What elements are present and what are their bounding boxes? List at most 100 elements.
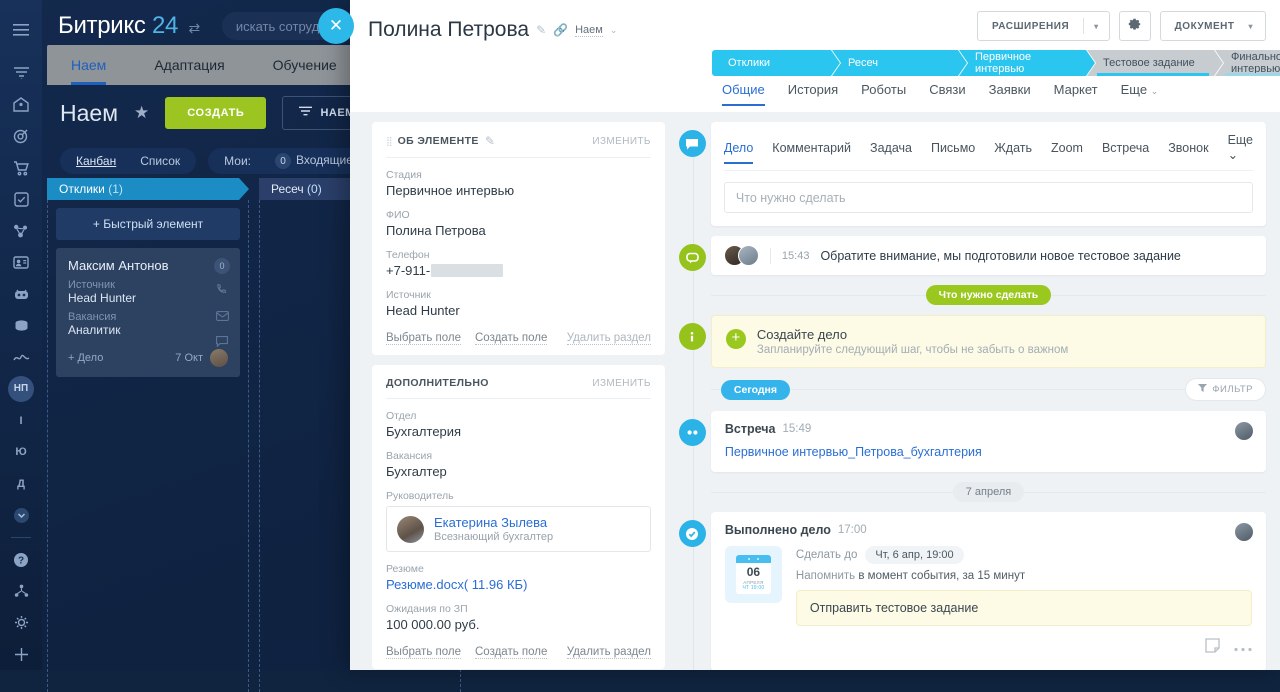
field-value[interactable]: Бухгалтерия: [386, 424, 651, 439]
feed-icon[interactable]: [0, 58, 42, 90]
stage-pervichnoe-intervyu[interactable]: Первичное интервью: [959, 50, 1095, 76]
view-kanban[interactable]: Канбан: [64, 154, 128, 168]
chevron-down-icon[interactable]: ▾: [1084, 22, 1109, 31]
stage-otkliki[interactable]: Отклики: [712, 50, 840, 76]
edit-pencil-icon[interactable]: ✎: [536, 23, 546, 37]
entity-tag[interactable]: Наем: [575, 24, 603, 37]
tab-svyazi[interactable]: Связи: [929, 82, 965, 106]
field-value[interactable]: Бухгалтер: [386, 464, 651, 479]
delete-section-link[interactable]: Удалить раздел: [567, 332, 651, 345]
meeting-link[interactable]: Первичное интервью_Петрова_бухгалтерия: [725, 445, 1252, 459]
shop-cart-icon[interactable]: [0, 152, 42, 184]
tab-obshchie[interactable]: Общие: [722, 82, 765, 106]
manager-name[interactable]: Екатерина Зылева: [434, 515, 553, 530]
view-list[interactable]: Список: [128, 154, 192, 168]
create-field-link[interactable]: Создать поле: [475, 332, 547, 345]
select-field-link[interactable]: Выбрать поле: [386, 332, 461, 345]
done-task-card[interactable]: Выполнено дело 17:00 06 АПРЕЛЯ ЧТ 19:00: [711, 512, 1266, 670]
phone-icon[interactable]: [216, 282, 228, 300]
compose-tab-delo[interactable]: Дело: [724, 141, 753, 163]
timeline-meeting-row: Встреча 15:49 Первичное интервью_Петрова…: [711, 411, 1266, 472]
kanban-column-header[interactable]: Отклики (1): [47, 178, 249, 200]
bg-tab-training[interactable]: Обучение: [249, 45, 361, 85]
tab-roboty[interactable]: Роботы: [861, 82, 906, 106]
create-deal-card[interactable]: + Создайте дело Запланируйте следующий ш…: [711, 315, 1266, 368]
comment-card[interactable]: 15:43 Обратите внимание, мы подготовили …: [711, 236, 1266, 275]
company-icon[interactable]: [0, 89, 42, 121]
sidebar-letter-i[interactable]: I: [0, 405, 42, 437]
tab-market[interactable]: Маркет: [1054, 82, 1098, 106]
field-value-phone[interactable]: +7-911-: [386, 263, 651, 278]
note-icon[interactable]: [1205, 638, 1220, 658]
manager-chip[interactable]: Екатерина Зылева Всезнающий бухгалтер: [386, 506, 651, 552]
quick-element-button[interactable]: + Быстрый элемент: [56, 208, 240, 240]
compose-tab-zhdat[interactable]: Ждать: [994, 141, 1032, 163]
delete-section-link[interactable]: Удалить раздел: [567, 646, 651, 659]
compose-tab-pismo[interactable]: Письмо: [931, 141, 975, 163]
gear-icon[interactable]: [0, 607, 42, 639]
more-options-icon[interactable]: [1234, 639, 1252, 657]
field-value[interactable]: Первичное интервью: [386, 183, 651, 198]
document-button[interactable]: ДОКУМЕНТ ▾: [1160, 11, 1266, 41]
field-value[interactable]: 100 000.00 руб.: [386, 617, 651, 632]
mail-icon[interactable]: [216, 308, 229, 326]
chevron-down-icon[interactable]: ⌄: [610, 25, 618, 36]
extensions-button[interactable]: РАСШИРЕНИЯ ▾: [977, 11, 1110, 41]
edit-pencil-icon[interactable]: ✎: [485, 134, 495, 148]
bot-icon[interactable]: [0, 279, 42, 311]
bg-tab-naem[interactable]: Наем: [47, 45, 130, 85]
meeting-card[interactable]: Встреча 15:49 Первичное интервью_Петрова…: [711, 411, 1266, 472]
timeline-filter-button[interactable]: ФИЛЬТР: [1185, 378, 1266, 401]
sidebar-letter-d[interactable]: Д: [0, 468, 42, 500]
contacts-icon[interactable]: [0, 247, 42, 279]
comment-icon[interactable]: [216, 334, 228, 352]
resume-file-link[interactable]: Резюме.docx( 11.96 КБ): [386, 577, 651, 592]
signature-icon[interactable]: [0, 342, 42, 374]
compose-tab-more[interactable]: Еще ⌄: [1228, 133, 1253, 170]
compose-tab-zoom[interactable]: Zoom: [1051, 141, 1083, 163]
create-field-link[interactable]: Создать поле: [475, 646, 547, 659]
kanban-card[interactable]: Максим Антонов Источник Head Hunter Вака…: [56, 248, 240, 377]
card-edit-link[interactable]: изменить: [592, 136, 651, 147]
compose-tab-zadacha[interactable]: Задача: [870, 141, 912, 163]
add-icon[interactable]: [0, 639, 42, 671]
brand-switch-icon[interactable]: ⇄: [188, 20, 199, 36]
automation-icon[interactable]: [0, 215, 42, 247]
tab-istoriya[interactable]: История: [788, 82, 838, 106]
due-value[interactable]: Чт, 6 апр, 19:00: [865, 546, 963, 564]
drive-icon[interactable]: [0, 310, 42, 342]
create-button[interactable]: СОЗДАТЬ: [165, 97, 266, 129]
field-value[interactable]: Head Hunter: [386, 303, 651, 318]
close-slider-button[interactable]: ✕: [318, 8, 354, 44]
tasks-icon[interactable]: [0, 184, 42, 216]
select-field-link[interactable]: Выбрать поле: [386, 646, 461, 659]
stage-testovoe-zadanie[interactable]: Тестовое задание: [1087, 50, 1223, 76]
help-icon[interactable]: ?: [0, 544, 42, 576]
card-edit-link[interactable]: изменить: [592, 378, 651, 389]
compose-tab-kommentariy[interactable]: Комментарий: [772, 141, 851, 163]
menu-burger-icon[interactable]: [0, 14, 42, 46]
card-add-deal[interactable]: + Дело: [68, 352, 103, 364]
sidebar-letter-yu[interactable]: Ю: [0, 436, 42, 468]
favorite-star-icon[interactable]: ★: [134, 103, 149, 123]
kanban-column-count: (0): [307, 182, 322, 196]
tab-zayavki[interactable]: Заявки: [989, 82, 1031, 106]
stage-finalnoe-intervyu[interactable]: Финальное интервью: [1215, 50, 1280, 76]
field-value[interactable]: Полина Петрова: [386, 223, 651, 238]
crm-target-icon[interactable]: [0, 121, 42, 153]
chevron-down-icon[interactable]: [0, 499, 42, 531]
page-title[interactable]: Полина Петрова: [368, 18, 529, 42]
compose-input[interactable]: Что нужно сделать: [724, 182, 1253, 213]
stage-resech[interactable]: Ресеч: [832, 50, 967, 76]
divider-line: [711, 295, 926, 296]
drag-handle-icon[interactable]: ⣿: [386, 136, 392, 147]
sidebar-avatar-np[interactable]: НП: [0, 373, 42, 405]
compose-tab-zvonok[interactable]: Звонок: [1168, 141, 1208, 163]
compose-tab-vstrecha[interactable]: Встреча: [1102, 141, 1149, 163]
sitemap-icon[interactable]: [0, 575, 42, 607]
brand-logo[interactable]: Битрикс 24 ⇄: [58, 12, 200, 40]
settings-button[interactable]: [1119, 11, 1151, 41]
bg-tab-adaptation[interactable]: Адаптация: [130, 45, 248, 85]
tab-more[interactable]: Еще ⌄: [1121, 82, 1159, 106]
plus-icon[interactable]: +: [726, 329, 746, 349]
